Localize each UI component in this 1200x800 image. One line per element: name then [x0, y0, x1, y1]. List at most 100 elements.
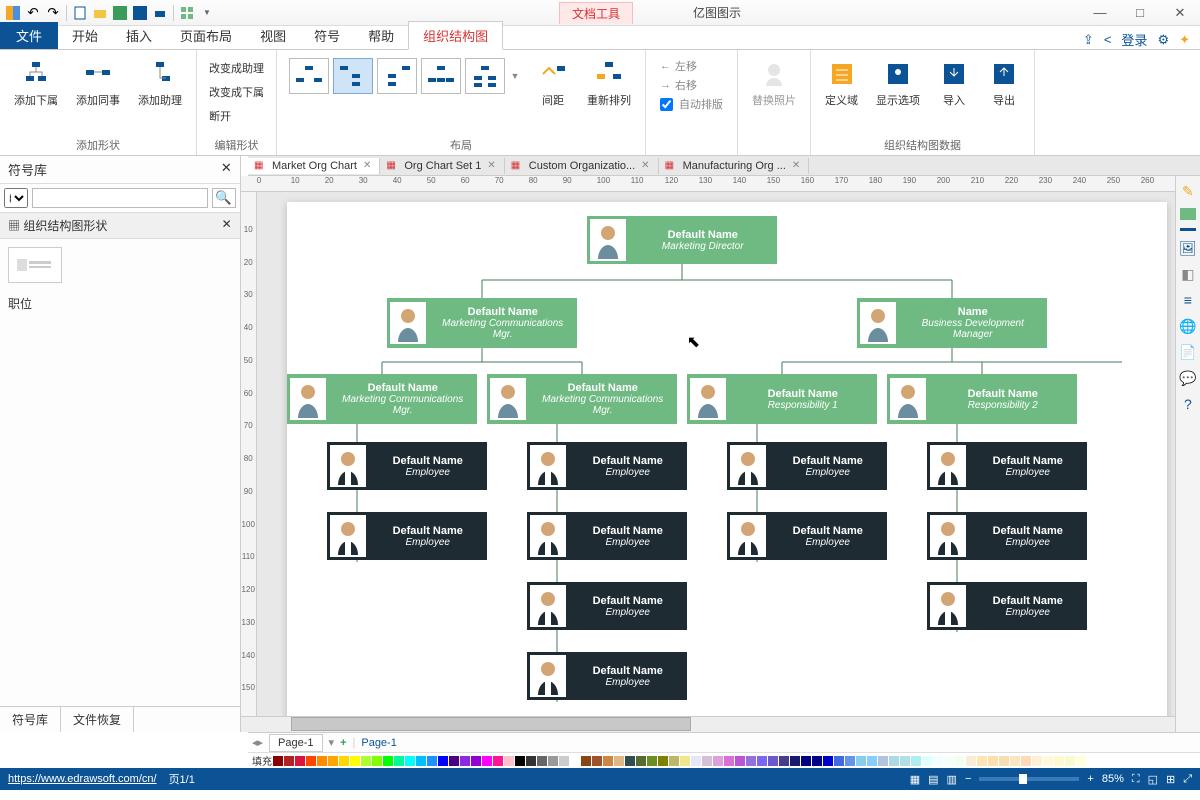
page-nav-icon[interactable]: ◂▸ — [252, 736, 263, 749]
change-to-subordinate[interactable]: 改变成下属 — [205, 82, 268, 102]
color-swatch[interactable] — [724, 756, 734, 766]
tab-orgchart[interactable]: 组织结构图 — [408, 21, 503, 50]
tool-text-icon[interactable]: ≡ — [1179, 291, 1197, 309]
tool-image-icon[interactable]: 🖼 — [1179, 239, 1197, 257]
color-swatch[interactable] — [614, 756, 624, 766]
color-swatch[interactable] — [416, 756, 426, 766]
color-swatch[interactable] — [383, 756, 393, 766]
section-close-icon[interactable]: ✕ — [222, 217, 232, 234]
color-swatch[interactable] — [350, 756, 360, 766]
color-swatch[interactable] — [295, 756, 305, 766]
color-swatch[interactable] — [977, 756, 987, 766]
tool-help-icon[interactable]: ? — [1179, 395, 1197, 413]
color-swatch[interactable] — [658, 756, 668, 766]
page-tab-1[interactable]: Page-1 — [269, 734, 322, 752]
disconnect[interactable]: 断开 — [205, 106, 268, 126]
fit-icon[interactable]: ⊞ — [1166, 773, 1175, 786]
color-swatch[interactable] — [680, 756, 690, 766]
export-button[interactable]: 导出 — [982, 54, 1026, 112]
redo-icon[interactable]: ↷ — [44, 4, 62, 22]
color-swatch[interactable] — [405, 756, 415, 766]
org-node-emp[interactable]: Default NameEmployee — [727, 512, 887, 560]
org-node-emp[interactable]: Default NameEmployee — [727, 442, 887, 490]
color-swatch[interactable] — [273, 756, 283, 766]
org-node-emp[interactable]: Default NameEmployee — [527, 652, 687, 700]
color-swatch[interactable] — [713, 756, 723, 766]
layout-option-4[interactable] — [421, 58, 461, 94]
add-subordinate-button[interactable]: 添加下属 — [8, 54, 64, 112]
color-swatch[interactable] — [1065, 756, 1075, 766]
color-swatch[interactable] — [438, 756, 448, 766]
library-selector[interactable]: ▦ — [4, 188, 28, 208]
replace-photo-button[interactable]: 替换照片 — [746, 54, 802, 112]
org-node-emp[interactable]: Default NameEmployee — [927, 512, 1087, 560]
undo-icon[interactable]: ↶ — [24, 4, 42, 22]
share-icon[interactable]: ⇪ — [1083, 32, 1094, 48]
color-swatch[interactable] — [515, 756, 525, 766]
color-swatch[interactable] — [317, 756, 327, 766]
layout-option-3[interactable] — [377, 58, 417, 94]
tool-format-icon[interactable]: ✎ — [1179, 182, 1197, 200]
close-icon[interactable]: ✕ — [641, 160, 649, 171]
color-swatch[interactable] — [636, 756, 646, 766]
layout-option-1[interactable] — [289, 58, 329, 94]
color-swatch[interactable] — [955, 756, 965, 766]
org-node-emp[interactable]: Default NameEmployee — [327, 442, 487, 490]
color-swatch[interactable] — [834, 756, 844, 766]
zoom-out-icon[interactable]: − — [965, 773, 971, 785]
color-swatch[interactable] — [339, 756, 349, 766]
tab-home[interactable]: 开始 — [58, 22, 112, 49]
app-logo-icon[interactable]: ✦ — [1179, 32, 1190, 48]
tab-help[interactable]: 帮助 — [354, 22, 408, 49]
color-swatch[interactable] — [900, 756, 910, 766]
color-swatch[interactable] — [581, 756, 591, 766]
color-swatch[interactable] — [603, 756, 613, 766]
close-icon[interactable]: ✕ — [792, 160, 800, 171]
color-swatch[interactable] — [306, 756, 316, 766]
color-swatch[interactable] — [1032, 756, 1042, 766]
color-swatch[interactable] — [1043, 756, 1053, 766]
close-button[interactable]: ✕ — [1160, 0, 1200, 26]
auto-layout-checkbox[interactable]: 自动排版 — [660, 96, 723, 112]
import-button[interactable]: 导入 — [932, 54, 976, 112]
color-swatch[interactable] — [779, 756, 789, 766]
color-swatch[interactable] — [768, 756, 778, 766]
settings-icon[interactable]: ⚙ — [1157, 32, 1169, 48]
layout-option-5[interactable] — [465, 58, 505, 94]
color-swatch[interactable] — [735, 756, 745, 766]
options-icon[interactable] — [178, 4, 196, 22]
color-swatch[interactable] — [933, 756, 943, 766]
org-node-emp[interactable]: Default NameEmployee — [927, 582, 1087, 630]
bottom-tab-library[interactable]: 符号库 — [0, 707, 61, 732]
color-swatch[interactable] — [911, 756, 921, 766]
color-swatch[interactable] — [823, 756, 833, 766]
tool-shadow-icon[interactable]: ◧ — [1179, 265, 1197, 283]
tool-layers-icon[interactable]: 📄 — [1179, 343, 1197, 361]
org-node-root[interactable]: Default NameMarketing Director — [587, 216, 777, 264]
close-icon[interactable]: ✕ — [363, 160, 371, 171]
layout-option-2[interactable] — [333, 58, 373, 94]
color-swatch[interactable] — [548, 756, 558, 766]
color-swatch[interactable] — [394, 756, 404, 766]
doc-tab-3[interactable]: Custom Organizatio...✕ — [505, 158, 659, 174]
color-swatch[interactable] — [867, 756, 877, 766]
canvas[interactable]: Default NameMarketing Director Default N… — [257, 192, 1175, 716]
rearrange-button[interactable]: 重新排列 — [581, 54, 637, 112]
color-swatch[interactable] — [691, 756, 701, 766]
minimize-button[interactable]: — — [1080, 0, 1120, 26]
tool-fill-icon[interactable] — [1180, 208, 1196, 220]
qat-dropdown-icon[interactable]: ▼ — [198, 4, 216, 22]
tool-globe-icon[interactable]: 🌐 — [1179, 317, 1197, 335]
color-swatch[interactable] — [526, 756, 536, 766]
color-swatch[interactable] — [427, 756, 437, 766]
spacing-button[interactable]: 间距 — [531, 54, 575, 112]
search-button[interactable]: 🔍 — [212, 188, 236, 208]
add-page-icon[interactable]: + — [340, 737, 346, 749]
move-right[interactable]: → 右移 — [660, 77, 723, 93]
new-icon[interactable] — [71, 4, 89, 22]
org-node-emp[interactable]: Default NameEmployee — [927, 442, 1087, 490]
color-swatch[interactable] — [757, 756, 767, 766]
color-swatch[interactable] — [471, 756, 481, 766]
color-swatch[interactable] — [966, 756, 976, 766]
tab-symbol[interactable]: 符号 — [300, 22, 354, 49]
